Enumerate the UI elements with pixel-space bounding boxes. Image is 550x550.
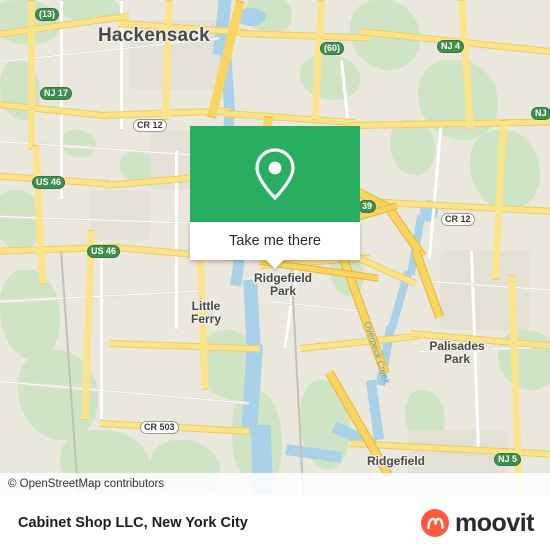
route-shield-cr503: CR 503: [140, 421, 179, 434]
place-label-ridgefield: Ridgefield: [366, 454, 426, 468]
route-shield-39: 39: [358, 200, 377, 213]
route-shield-13: (13): [35, 8, 60, 21]
route-shield-nj: NJ: [531, 107, 550, 120]
local-road: [60, 0, 63, 200]
osm-attribution-text: © OpenStreetMap contributors: [8, 478, 165, 490]
location-callout[interactable]: Take me there: [190, 126, 360, 269]
route-shield-nj4: NJ 4: [437, 40, 465, 53]
place-label-ridgefield-park: Ridgefield Park: [253, 271, 313, 299]
footer-bar: Cabinet Shop LLC, New York City moovit: [0, 495, 550, 550]
take-me-there-button[interactable]: Take me there: [190, 222, 360, 269]
route-shield-nj5: NJ 5: [494, 453, 522, 466]
route-shield-60: (60): [320, 42, 345, 55]
map-pin-icon: [255, 148, 295, 200]
callout-pointer: [265, 259, 285, 269]
callout-pin-panel: [190, 126, 360, 222]
route-shield-nj17: NJ 17: [40, 87, 73, 100]
route-shield-us46-south: US 46: [87, 245, 121, 258]
route-shield-cr12-west: CR 12: [133, 119, 167, 132]
take-me-there-label: Take me there: [229, 233, 321, 249]
local-road: [100, 240, 103, 420]
moovit-wordmark: moovit: [455, 508, 534, 537]
place-title: Cabinet Shop LLC, New York City: [18, 515, 248, 531]
place-label-palisades-park: Palisades Park: [429, 339, 485, 367]
place-label-hackensack: Hackensack: [98, 25, 210, 46]
osm-attribution: © OpenStreetMap contributors: [0, 473, 550, 495]
map-screenshot: Hackensack Ridgefield Park Little Ferry Pa…: [0, 0, 550, 550]
route-shield-us46-west: US 46: [32, 176, 66, 189]
map-canvas[interactable]: Hackensack Ridgefield Park Little Ferry Pa…: [0, 0, 550, 495]
moovit-brand[interactable]: moovit: [421, 509, 534, 538]
arterial-road: [28, 0, 35, 150]
place-label-little-ferry: Little Ferry: [190, 299, 222, 327]
route-shield-cr12-east: CR 12: [441, 213, 475, 226]
urban-block: [90, 190, 150, 240]
moovit-logo-icon: [421, 509, 450, 537]
